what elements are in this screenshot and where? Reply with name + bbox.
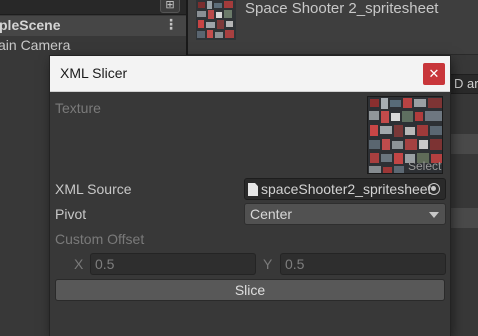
close-button[interactable]: ✕: [423, 63, 445, 85]
spritesheet-thumbnail: [196, 0, 236, 40]
offset-y-value: 0.5: [285, 256, 305, 272]
hierarchy-item-label: ain Camera: [0, 37, 71, 53]
xml-source-field[interactable]: spaceShooter2_spritesheet: [244, 178, 446, 200]
offset-y-field[interactable]: 0.5: [280, 253, 446, 275]
xml-source-label: XML Source: [55, 181, 132, 197]
window-titlebar[interactable]: XML Slicer ✕: [50, 56, 450, 92]
asset-title: Space Shooter 2_spritesheet: [245, 0, 439, 17]
scene-name: pleScene: [0, 17, 61, 33]
pivot-dropdown[interactable]: Center: [244, 203, 446, 225]
offset-x-value: 0.5: [95, 256, 115, 272]
xml-source-value: spaceShooter2_spritesheet: [261, 181, 431, 197]
offset-y-label: Y: [263, 256, 273, 272]
window-title: XML Slicer: [60, 65, 128, 81]
object-picker-icon[interactable]: [428, 183, 440, 195]
texture-select-hint[interactable]: Select: [408, 159, 441, 173]
kebab-menu-icon[interactable]: ⋮: [164, 16, 178, 33]
offset-x-label: X: [74, 256, 84, 272]
hierarchy-item-main-camera[interactable]: ain Camera: [0, 37, 186, 55]
hierarchy-toolbar: ⊞: [0, 0, 186, 15]
pivot-label: Pivot: [55, 206, 87, 222]
text-asset-icon: [248, 183, 258, 196]
chevron-down-icon: [429, 212, 439, 218]
offset-x-field[interactable]: 0.5: [90, 253, 256, 275]
inspector-row[interactable]: [450, 208, 478, 228]
pivot-value: Center: [250, 206, 293, 222]
inspector-row[interactable]: [450, 134, 478, 154]
hierarchy-scene-row[interactable]: pleScene ⋮: [0, 16, 186, 36]
close-icon: ✕: [428, 66, 440, 81]
texture-label: Texture: [55, 100, 101, 116]
hierarchy-search-button[interactable]: ⊞: [160, 0, 180, 13]
slice-button[interactable]: Slice: [55, 279, 445, 301]
inspector-field-partial[interactable]: D ar: [450, 74, 478, 94]
custom-offset-label: Custom Offset: [55, 231, 145, 247]
xml-slicer-window: XML Slicer ✕ Texture Select XML Source s…: [50, 56, 450, 336]
